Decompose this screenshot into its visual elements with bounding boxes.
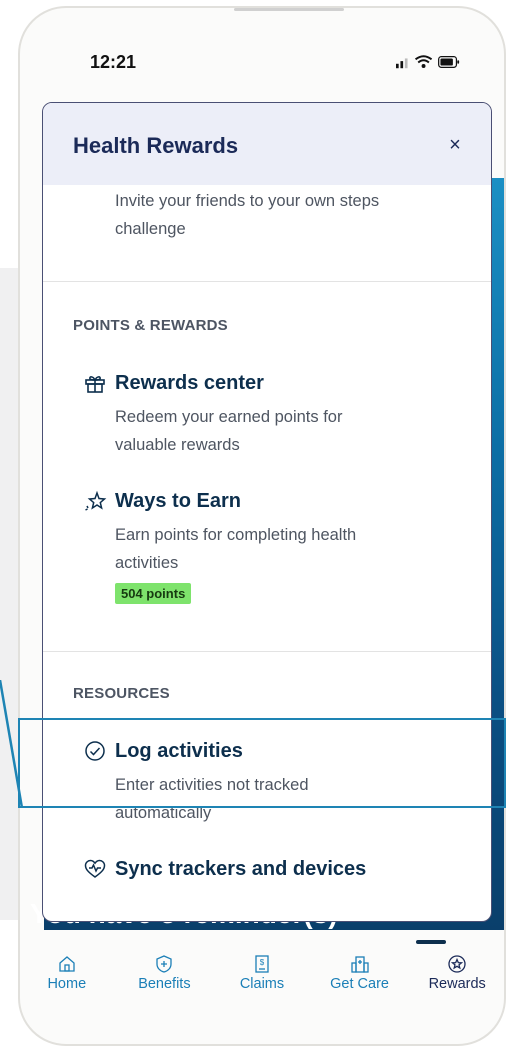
- tab-claims[interactable]: $ Claims: [213, 948, 311, 1000]
- check-circle-icon: [85, 741, 105, 761]
- status-icons: [396, 55, 460, 69]
- tab-home[interactable]: Home: [18, 948, 116, 1000]
- tab-label: Get Care: [330, 976, 389, 992]
- points-badge: 504 points: [115, 583, 192, 604]
- ways-to-earn-title: Ways to Earn: [115, 489, 241, 512]
- tab-get-care[interactable]: Get Care: [311, 948, 409, 1000]
- tab-rewards[interactable]: Rewards: [408, 948, 506, 1000]
- log-activities-title: Log activities: [115, 739, 243, 762]
- divider: [43, 651, 491, 652]
- svg-text:$: $: [260, 958, 265, 967]
- item-description: Invite your friends to your own steps: [115, 192, 380, 210]
- active-tab-indicator: [416, 940, 446, 944]
- status-time: 12:21: [90, 52, 137, 72]
- sparkle-star-icon: [85, 490, 107, 511]
- item-description: challenge: [115, 220, 186, 238]
- wifi-icon: [414, 55, 433, 68]
- item-description: Enter activities not tracked: [115, 776, 309, 794]
- rewards-badge-icon: [448, 955, 466, 973]
- item-description: Earn points for completing health: [115, 526, 357, 544]
- ways-to-earn-link[interactable]: Ways to Earn: [83, 489, 241, 513]
- signal-icon: [396, 58, 408, 69]
- modal-title: Health Rewards: [73, 133, 239, 158]
- rewards-center-link[interactable]: Rewards center: [83, 371, 264, 395]
- tab-label: Benefits: [138, 976, 191, 992]
- close-button[interactable]: ×: [443, 133, 467, 157]
- tab-label: Rewards: [428, 976, 486, 992]
- status-bar: 12:21: [20, 8, 504, 108]
- tab-benefits[interactable]: Benefits: [116, 948, 214, 1000]
- rewards-center-title: Rewards center: [115, 371, 264, 394]
- item-description: automatically: [115, 804, 212, 822]
- modal-header: Health Rewards ×: [43, 103, 491, 185]
- bottom-tab-bar: Home Benefits $ Claims Get Care Rewards: [18, 948, 506, 1000]
- sync-trackers-title: Sync trackers and devices: [115, 857, 367, 880]
- item-description: Redeem your earned points for: [115, 408, 343, 426]
- tab-label: Claims: [239, 976, 285, 992]
- divider: [43, 281, 491, 282]
- gift-icon: [85, 376, 105, 393]
- hospital-icon: [350, 956, 369, 973]
- tab-label: Home: [47, 976, 87, 992]
- home-icon: [59, 956, 75, 972]
- shield-plus-icon: [156, 955, 173, 973]
- item-description: activities: [115, 554, 179, 572]
- modal-body: Invite your friends to your own steps ch…: [43, 185, 491, 921]
- heart-pulse-icon: [84, 859, 106, 878]
- item-description: valuable rewards: [115, 436, 240, 454]
- dollar-doc-icon: $: [255, 955, 269, 973]
- log-activities-link[interactable]: Log activities: [83, 739, 243, 763]
- battery-icon: [438, 56, 460, 68]
- sync-trackers-link[interactable]: Sync trackers and devices: [83, 857, 366, 881]
- health-rewards-modal: Health Rewards × Invite your friends to …: [42, 102, 492, 922]
- section-heading-points-rewards: POINTS & REWARDS: [73, 317, 228, 334]
- section-heading-resources: RESOURCES: [73, 685, 170, 702]
